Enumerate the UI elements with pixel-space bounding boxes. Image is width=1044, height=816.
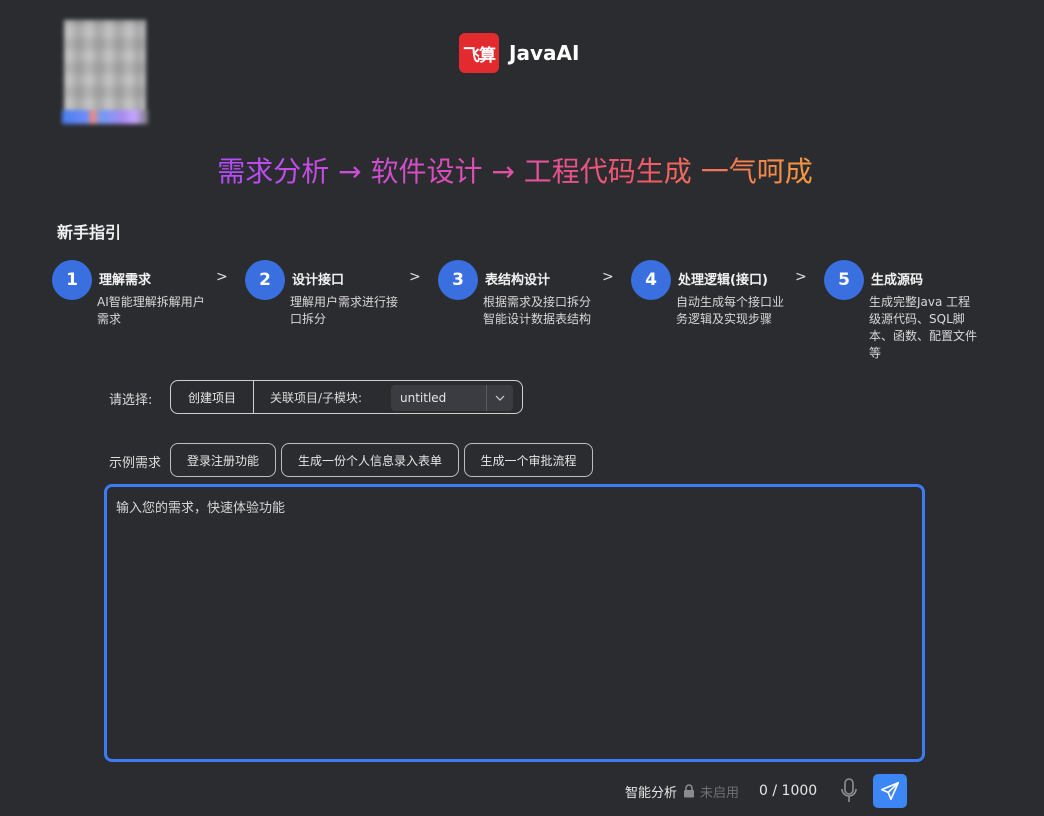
module-dropdown[interactable]: untitled — [391, 385, 513, 411]
brand-name: JavaAI — [509, 41, 580, 65]
avatar-name-bar — [62, 110, 148, 124]
example-chip-form[interactable]: 生成一份个人信息录入表单 — [281, 443, 459, 477]
link-module-label: 关联项目/子模块: — [270, 390, 363, 405]
smart-analysis-status: 未启用 — [700, 785, 740, 801]
step-arrow: > — [602, 269, 614, 285]
slogan: 需求分析 → 软件设计 → 工程代码生成 一气呵成 — [0, 150, 1030, 190]
create-project-button[interactable]: 创建项目 — [171, 381, 254, 413]
send-button[interactable] — [873, 774, 908, 808]
guide-title: 新手指引 — [57, 223, 122, 242]
step-number: 2 — [245, 260, 285, 300]
example-label: 示例需求 — [109, 456, 162, 471]
avatar-image — [64, 20, 146, 110]
slogan-text: 需求分析 → 软件设计 → 工程代码生成 一气呵成 — [217, 155, 813, 188]
brand: 飞算 JavaAI — [459, 33, 579, 73]
char-counter: 0 / 1000 — [759, 783, 818, 799]
step-title: 设计接口 — [292, 273, 345, 288]
microphone-icon[interactable] — [839, 777, 859, 805]
brand-logo: 飞算 — [459, 33, 499, 73]
example-chip-approval[interactable]: 生成一个审批流程 — [464, 443, 593, 477]
avatar[interactable] — [60, 14, 154, 126]
step-number: 5 — [824, 260, 864, 300]
step-description: 理解用户需求进行接口拆分 — [290, 295, 399, 326]
step-arrow: > — [795, 269, 807, 285]
step-description: 根据需求及接口拆分智能设计数据表结构 — [483, 295, 592, 326]
step-title: 表结构设计 — [485, 273, 551, 288]
step-arrow: > — [216, 269, 228, 285]
step-title: 处理逻辑(接口) — [678, 273, 768, 288]
step-number: 1 — [52, 260, 92, 300]
example-chip-login[interactable]: 登录注册功能 — [170, 443, 276, 477]
input-footer: 智能分析 未启用 0 / 1000 — [625, 774, 908, 808]
step-title: 生成源码 — [871, 273, 924, 288]
module-dropdown-value: untitled — [400, 391, 447, 405]
select-label: 请选择: — [109, 393, 153, 408]
chevron-down-icon[interactable] — [486, 385, 513, 411]
step-number: 4 — [631, 260, 671, 300]
step-description: 生成完整Java 工程级源代码、SQL脚本、函数、配置文件等 — [869, 295, 978, 360]
step-arrow: > — [409, 269, 421, 285]
send-icon — [881, 781, 900, 801]
step-description: 自动生成每个接口业务逻辑及实现步骤 — [676, 295, 785, 326]
project-selector: 创建项目 关联项目/子模块: untitled — [170, 380, 523, 414]
step-description: AI智能理解拆解用户需求 — [97, 295, 205, 326]
lock-icon — [683, 784, 695, 798]
step-title: 理解需求 — [99, 273, 152, 288]
page: 飞算 JavaAI 需求分析 → 软件设计 → 工程代码生成 一气呵成 新手指引… — [0, 0, 1044, 816]
requirement-input-box — [104, 484, 925, 762]
smart-analysis-label: 智能分析 — [625, 785, 678, 801]
step-number: 3 — [438, 260, 478, 300]
requirement-input[interactable] — [107, 487, 922, 759]
